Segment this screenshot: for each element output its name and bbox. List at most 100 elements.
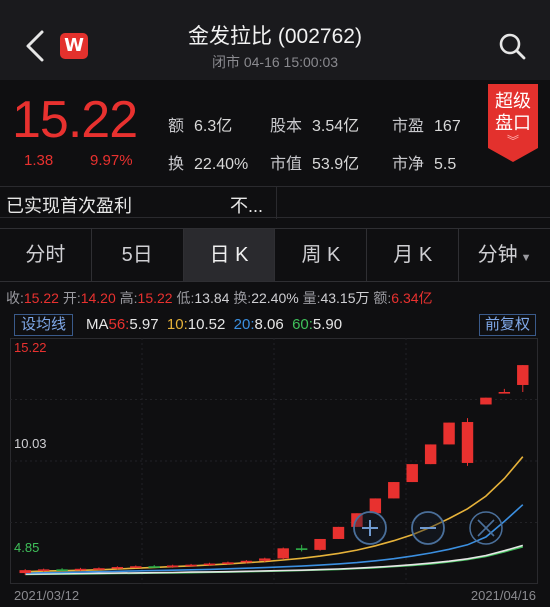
- volume-value: 43.15万: [320, 290, 370, 306]
- stat-value: 3.54亿: [312, 118, 360, 135]
- candle-body: [74, 568, 87, 571]
- ma10-label: 10:: [166, 316, 188, 333]
- ohlc-info-bar: 收:15.22 开:14.20 高:15.22 低:13.84 换:22.40%…: [0, 288, 550, 310]
- candle-body: [517, 365, 529, 385]
- candle-body: [388, 482, 400, 499]
- ma60-value: 5.90: [312, 316, 343, 333]
- price-change: 1.38: [24, 152, 54, 169]
- super-button-line2: 盘口: [495, 113, 531, 133]
- stat-value: 5.5: [434, 156, 457, 173]
- stat-value: 6.3亿: [194, 118, 233, 135]
- stat-pb: 市净 5.5: [392, 150, 456, 174]
- stat-market-cap: 市值 53.9亿: [270, 150, 359, 174]
- ma20-value: 8.06: [254, 316, 284, 333]
- tab-label: 5日: [121, 244, 153, 266]
- turnover-value: 22.40%: [251, 290, 299, 306]
- ma-values: MA56:5.97 10:10.52 20:8.06 60:5.90: [86, 316, 342, 333]
- super-button-line1: 超级: [495, 91, 531, 111]
- quote-panel: 15.22 1.38 9.97% 额 6.3亿 股本 3.54亿 市盈 167 换 22…: [0, 80, 550, 184]
- candle-body: [480, 397, 492, 405]
- top-bar: W 金发拉比 (002762) 闭市 04-16 15:00:03: [0, 0, 550, 80]
- end-date: 2021/04/16: [470, 588, 536, 603]
- close-label: 收:: [6, 290, 24, 306]
- tab-intraday[interactable]: 分时: [0, 229, 92, 281]
- candle-body: [240, 560, 253, 563]
- stat-label: 额: [168, 118, 185, 135]
- candle-body: [332, 526, 345, 539]
- candle-body: [93, 568, 105, 570]
- kline-chart[interactable]: 15.22 10.03 4.85: [10, 338, 538, 584]
- tab-minute[interactable]: 分钟 ▼: [459, 229, 550, 281]
- tab-weekly-k[interactable]: 周 K: [275, 229, 368, 281]
- price-adjust-button[interactable]: 前复权: [478, 314, 536, 336]
- low-value: 13.84: [194, 290, 230, 306]
- divider: [276, 187, 277, 219]
- ma56-value: 5.97: [129, 316, 159, 333]
- high-value: 15.22: [137, 290, 173, 306]
- close-value: 15.22: [23, 290, 59, 306]
- candle-body: [295, 548, 308, 550]
- kline-svg: [10, 338, 538, 584]
- stat-label: 市值: [270, 156, 303, 173]
- period-tabs: 分时 5日 日 K 周 K 月 K 分钟 ▼: [0, 228, 550, 282]
- tab-label: 月 K: [393, 244, 433, 266]
- candle-body: [19, 570, 31, 574]
- tab-label: 日 K: [209, 244, 249, 266]
- set-ma-button[interactable]: 设均线: [14, 314, 74, 336]
- candle-body: [277, 548, 289, 559]
- candle-body: [56, 569, 68, 571]
- chevron-down-icon: ︾: [506, 134, 519, 148]
- volume-label: 量:: [302, 290, 321, 306]
- stat-label: 换: [168, 156, 185, 173]
- tab-label: 分时: [25, 244, 66, 266]
- ma-prefix: MA: [86, 316, 109, 333]
- low-label: 低:: [176, 290, 195, 306]
- last-price: 15.22: [12, 91, 138, 149]
- candle-body: [148, 566, 160, 568]
- stat-turnover: 换 22.40%: [168, 150, 248, 174]
- super-orderbook-button[interactable]: 超级 盘口 ︾: [488, 84, 538, 162]
- candle-body: [203, 563, 216, 566]
- candle-body: [498, 392, 511, 394]
- amount-label: 额:: [373, 290, 392, 306]
- tab-label: 分钟: [477, 244, 518, 266]
- tag-item[interactable]: 不...: [230, 192, 263, 218]
- ma20-label: 20:: [233, 316, 255, 333]
- zoom-out-icon[interactable]: [411, 511, 445, 545]
- candle-body: [222, 562, 234, 564]
- stat-shares: 股本 3.54亿: [270, 112, 359, 136]
- candle-body: [166, 565, 179, 568]
- y-label-low: 4.85: [14, 540, 40, 555]
- caret-down-icon: ▼: [520, 252, 532, 264]
- candle-body: [37, 569, 50, 571]
- date-axis: 2021/03/12 2021/04/16: [0, 586, 550, 606]
- tab-daily-k[interactable]: 日 K: [183, 229, 276, 281]
- candle-body: [406, 464, 418, 483]
- candle-body: [369, 498, 382, 514]
- turnover-label: 换:: [233, 290, 252, 306]
- tab-monthly-k[interactable]: 月 K: [367, 229, 460, 281]
- tab-5day[interactable]: 5日: [92, 229, 184, 281]
- candle-body: [461, 422, 474, 463]
- stat-label: 股本: [270, 118, 303, 135]
- stock-title: 金发拉比 (002762): [188, 25, 362, 48]
- candle-body: [130, 566, 142, 568]
- ma60-label: 60:: [292, 316, 313, 333]
- price-change-percent: 9.97%: [90, 152, 133, 169]
- amount-value: 6.34亿: [391, 290, 433, 306]
- open-label: 开:: [62, 290, 81, 306]
- start-date: 2021/03/12: [14, 588, 80, 603]
- stat-pe: 市盈 167: [392, 112, 461, 136]
- zoom-in-icon[interactable]: [353, 511, 387, 545]
- candle-body: [424, 444, 437, 465]
- candle-body: [111, 567, 124, 569]
- concept-tags: 已实现首次盈利 不...: [0, 186, 550, 219]
- tag-item[interactable]: 已实现首次盈利: [6, 192, 132, 218]
- stat-amount: 额 6.3亿: [168, 112, 232, 136]
- stat-label: 市净: [392, 156, 425, 173]
- candle-body: [314, 538, 326, 550]
- high-label: 高:: [119, 290, 138, 306]
- stat-label: 市盈: [392, 118, 425, 135]
- search-icon[interactable]: [498, 32, 526, 60]
- moving-average-bar: 设均线 MA56:5.97 10:10.52 20:8.06 60:5.90 前…: [0, 314, 550, 338]
